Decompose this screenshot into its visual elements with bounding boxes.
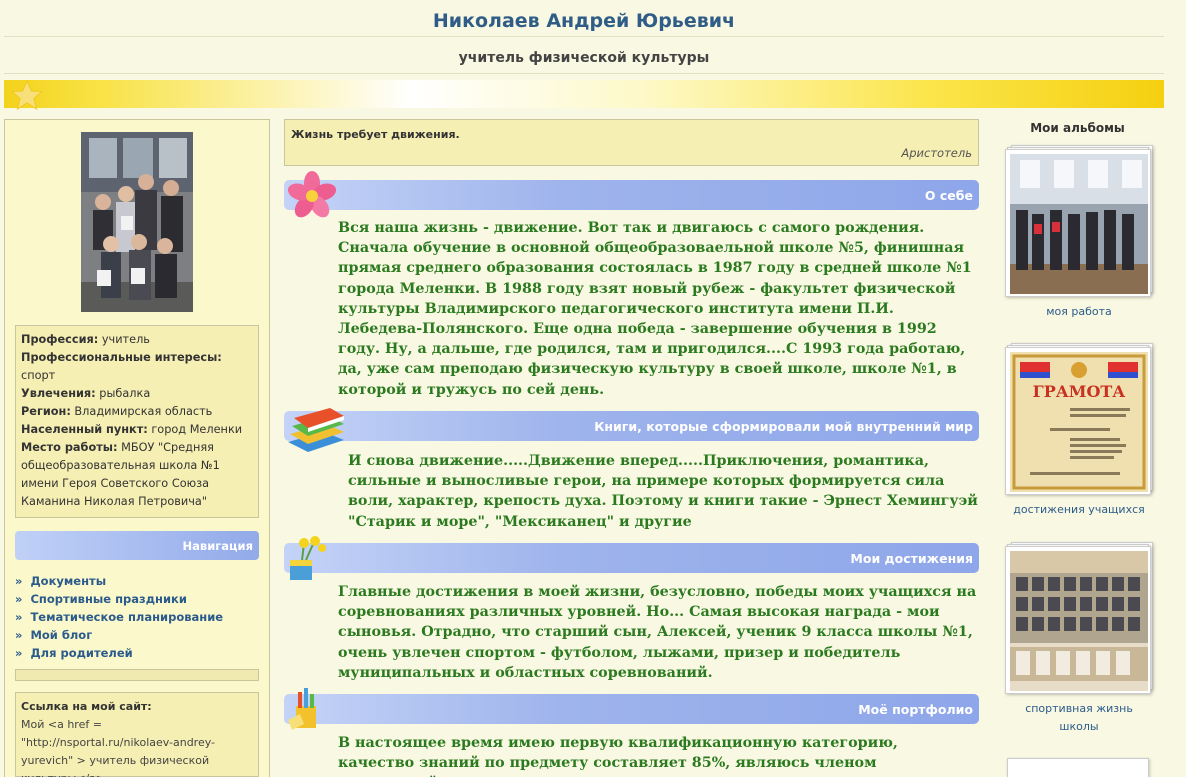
nav-item-sports-holidays[interactable]: » Спортивные праздники bbox=[15, 590, 259, 608]
profile-photo[interactable] bbox=[81, 132, 193, 312]
decorative-banner bbox=[4, 80, 1164, 110]
profile-city: Населенный пункт: город Меленки bbox=[21, 423, 243, 436]
svg-text:ГРАМОТА: ГРАМОТА bbox=[1033, 382, 1126, 401]
site-link-box: Ссылка на мой сайт: Мой <a href = "http:… bbox=[15, 692, 259, 777]
albums-title: Мои альбомы bbox=[1030, 121, 1125, 135]
page-title[interactable]: Николаев Андрей Юрьевич bbox=[4, 10, 1164, 32]
album-cover[interactable] bbox=[1005, 546, 1151, 694]
album-cover[interactable] bbox=[1005, 149, 1151, 297]
page-subtitle: учитель физической культуры bbox=[458, 50, 710, 66]
left-sidebar: Профессия: учитель Профессиональные инте… bbox=[4, 119, 270, 777]
profile-info: Профессия: учитель Профессиональные инте… bbox=[15, 325, 259, 518]
site-link-code[interactable]: Мой <a href = "http://nsportal.ru/nikola… bbox=[21, 716, 253, 777]
bullet-icon: » bbox=[15, 592, 23, 606]
section-header-portfolio: Моё портфолио bbox=[284, 694, 979, 724]
section-text-portfolio: В настоящее время имею первую квалификац… bbox=[338, 735, 898, 777]
star-icon bbox=[10, 80, 44, 110]
profile-interests: Профессиональные интересы: спорт bbox=[21, 351, 222, 382]
album-student-achievements[interactable]: ГРАМОТА достижения учащихся bbox=[1005, 341, 1153, 519]
bullet-icon: » bbox=[15, 646, 23, 660]
section-text-about: Вся наша жизнь - движение. Вот так и дви… bbox=[338, 220, 972, 398]
nav-item-documents[interactable]: » Документы bbox=[15, 572, 259, 590]
nav-item-thematic-planning[interactable]: » Тематическое планирование bbox=[15, 608, 259, 626]
quote-box: Жизнь требует движения. Аристотель bbox=[284, 119, 979, 166]
nav-item-my-blog[interactable]: » Мой блог bbox=[15, 626, 259, 644]
album-caption[interactable]: спортивная жизнь школы bbox=[1005, 700, 1153, 736]
page-header: Николаев Андрей Юрьевич учитель физическ… bbox=[4, 0, 1164, 78]
section-title: Книги, которые сформировали мой внутренн… bbox=[594, 419, 973, 434]
bullet-icon: » bbox=[15, 610, 23, 624]
section-header-achievements: Мои достижения bbox=[284, 543, 979, 573]
profile-workplace: Место работы: МБОУ "Средняя общеобразова… bbox=[21, 441, 220, 508]
books-icon bbox=[288, 408, 344, 452]
navigation-header: Навигация bbox=[15, 531, 259, 560]
site-link-title: Ссылка на мой сайт: bbox=[21, 700, 152, 713]
empty-block bbox=[15, 669, 259, 681]
album-my-work[interactable]: моя работа bbox=[1005, 143, 1153, 321]
section-text-achievements: Главные достижения в моей жизни, безусло… bbox=[338, 584, 977, 681]
section-header-about: О себе bbox=[284, 180, 979, 210]
bullet-icon: » bbox=[15, 574, 23, 588]
navigation-title: Навигация bbox=[182, 539, 253, 553]
header-divider bbox=[4, 36, 1164, 37]
profile-hobbies: Увлечения: рыбалка bbox=[21, 387, 151, 400]
navigation-list: » Документы » Спортивные праздники » Темати… bbox=[15, 572, 259, 662]
header-divider bbox=[4, 73, 1164, 74]
section-text-books: И снова движение.....Движение вперед....… bbox=[348, 453, 978, 530]
section-title: Мои достижения bbox=[850, 551, 973, 566]
quote-author: Аристотель bbox=[901, 146, 972, 160]
flower-icon bbox=[287, 171, 337, 218]
nav-item-for-parents[interactable]: » Для родителей bbox=[15, 644, 259, 662]
profile-region: Регион: Владимирская область bbox=[21, 405, 213, 418]
album-cover[interactable]: ГРАМОТА bbox=[1005, 347, 1151, 495]
album-school-sport-life[interactable]: спортивная жизнь школы bbox=[1005, 540, 1153, 736]
section-header-books: Книги, которые сформировали мой внутренн… bbox=[284, 411, 979, 441]
section-title: Моё портфолио bbox=[858, 702, 973, 717]
album-caption[interactable]: моя работа bbox=[1005, 303, 1153, 321]
album-caption[interactable]: достижения учащихся bbox=[1005, 501, 1153, 519]
bullet-icon: » bbox=[15, 628, 23, 642]
flower-pot-icon bbox=[290, 536, 326, 580]
album-partial[interactable] bbox=[1005, 758, 1153, 777]
pencil-cup-icon bbox=[288, 688, 316, 730]
profile-profession: Профессия: учитель bbox=[21, 333, 150, 346]
quote-text: Жизнь требует движения. bbox=[291, 128, 460, 141]
section-title: О себе bbox=[924, 188, 973, 203]
